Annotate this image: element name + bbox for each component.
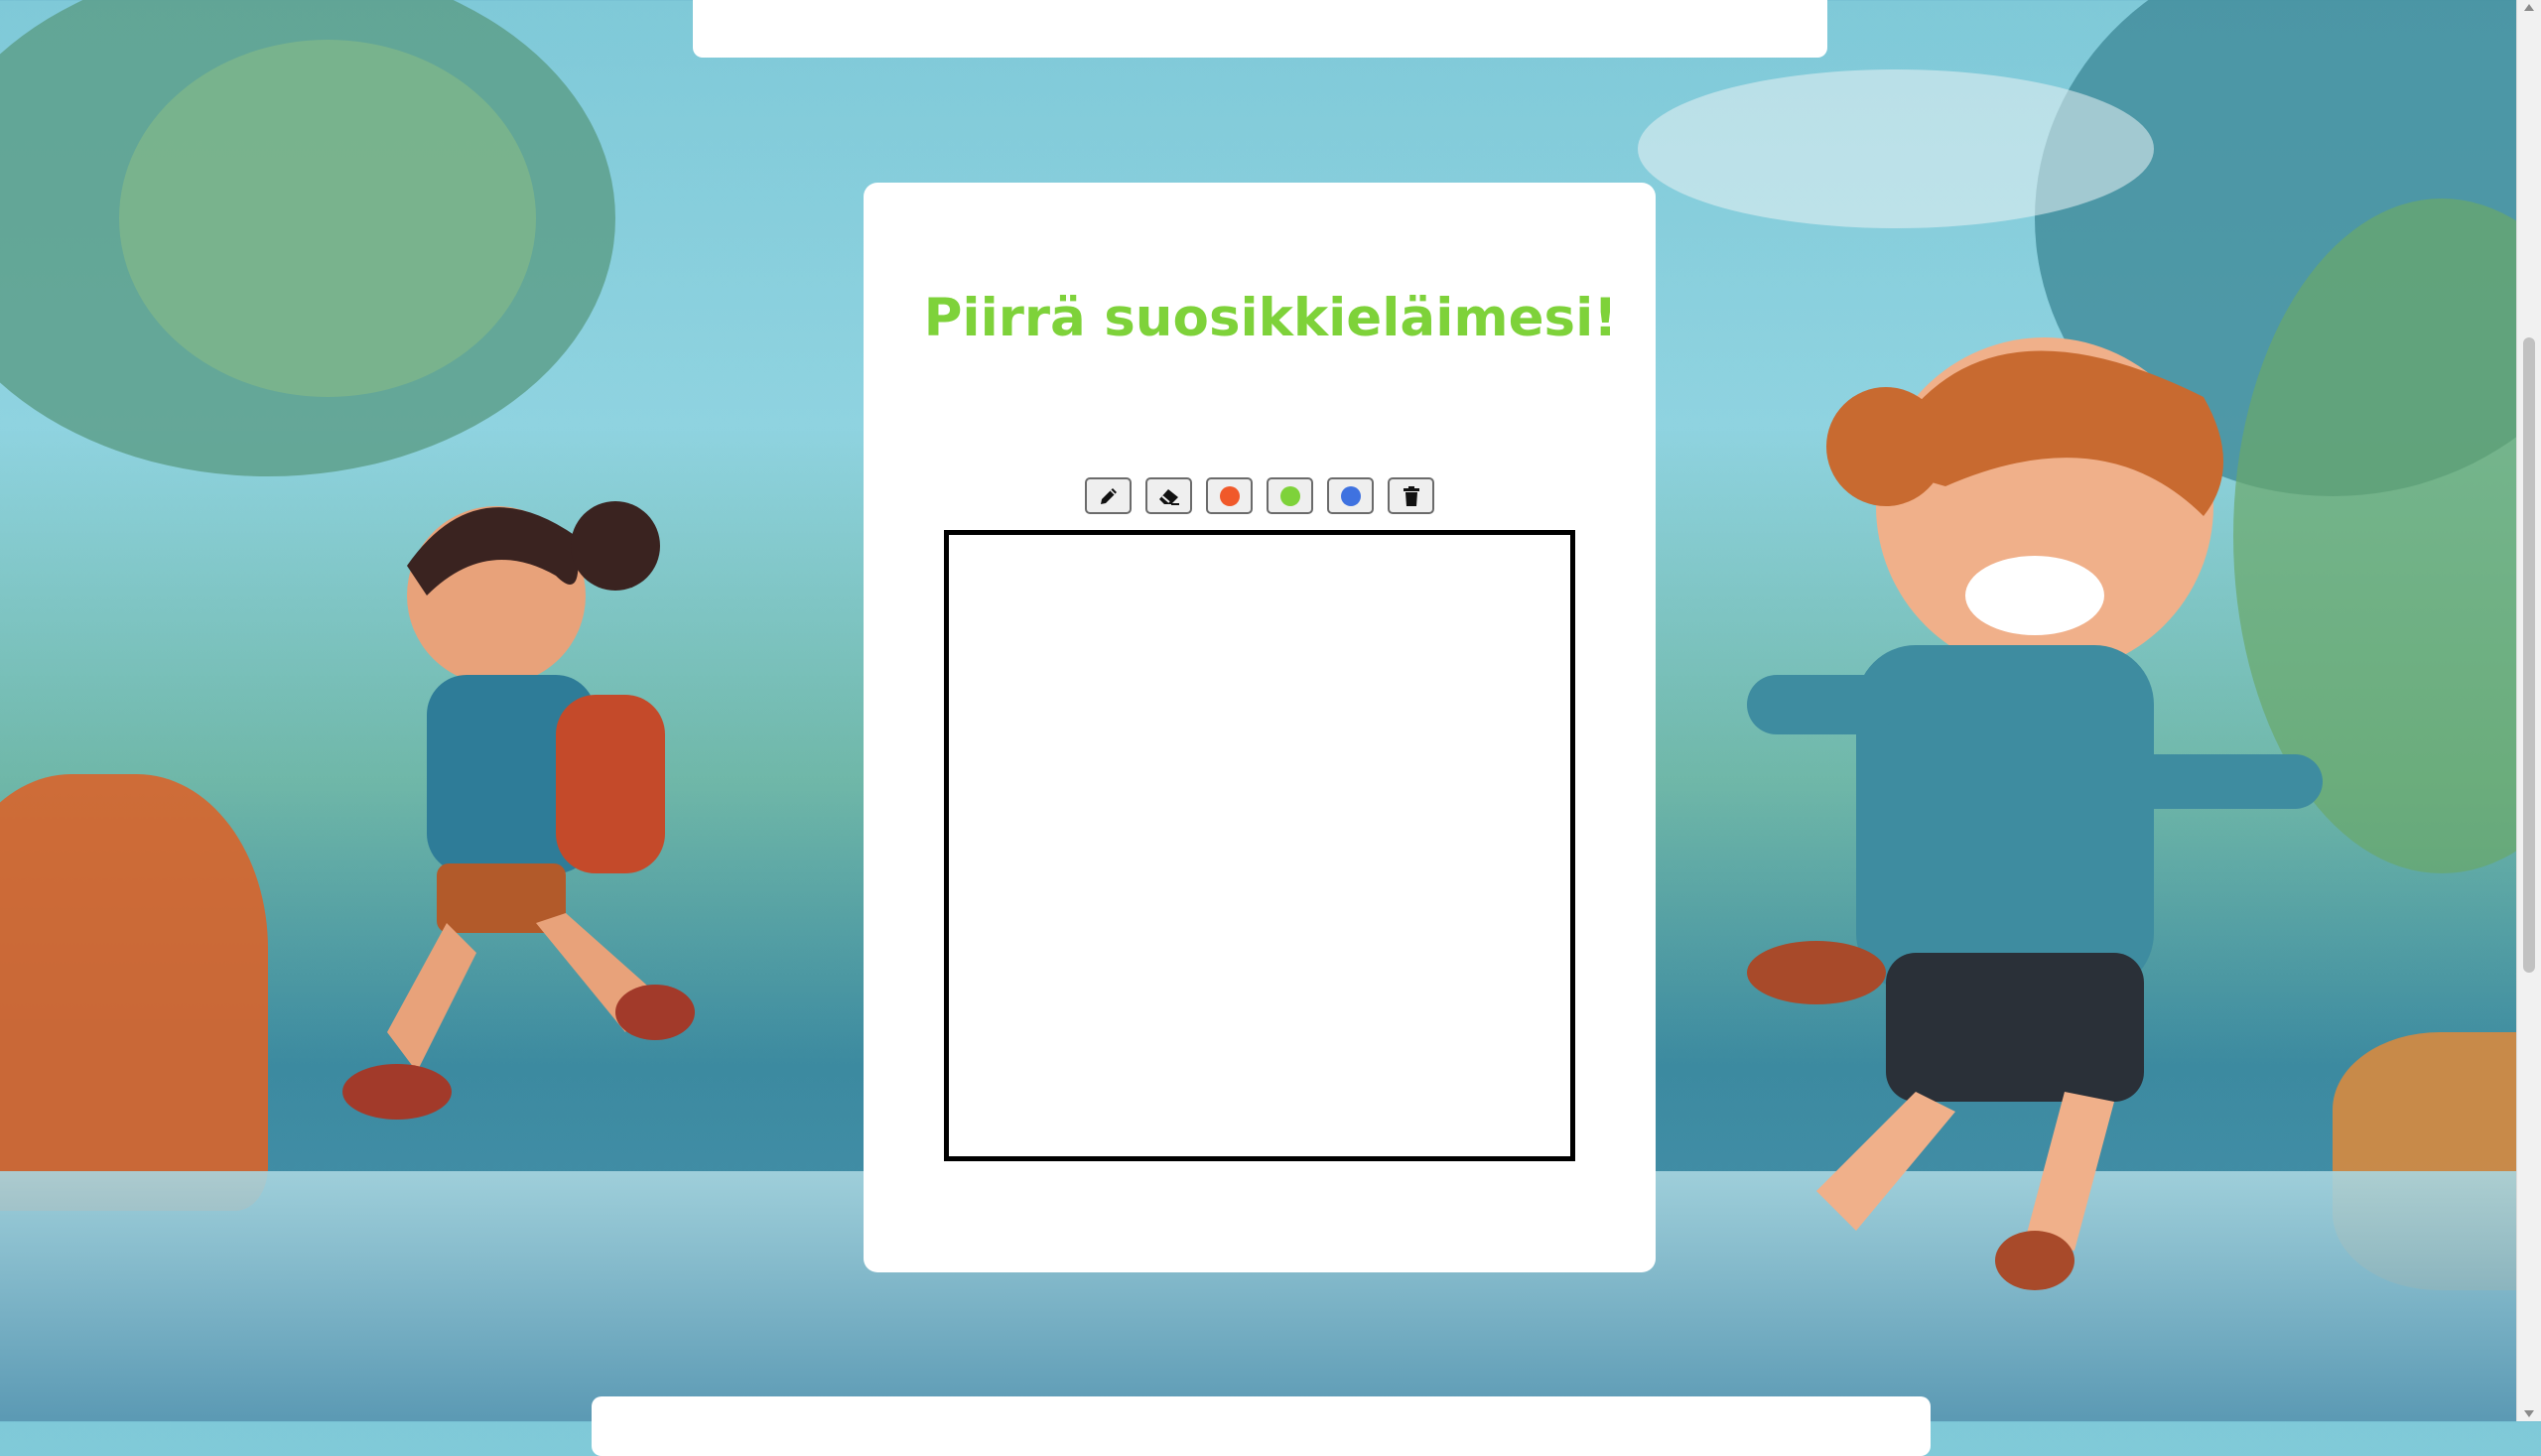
- drawing-canvas[interactable]: [944, 530, 1575, 1161]
- blue-color-swatch: [1340, 485, 1361, 506]
- color-orange-button[interactable]: [1206, 477, 1253, 514]
- pencil-icon: [1100, 487, 1117, 504]
- drawing-toolbar: [1085, 477, 1434, 515]
- page-title: Piirrä suosikkieläimesi!: [923, 288, 1618, 348]
- pencil-button[interactable]: [1085, 477, 1132, 514]
- eraser-icon: [1158, 488, 1179, 505]
- previous-card: [693, 0, 1827, 58]
- page-scrollbar[interactable]: [2516, 0, 2541, 1421]
- eraser-button[interactable]: [1145, 477, 1192, 514]
- trash-icon: [1403, 485, 1419, 506]
- color-blue-button[interactable]: [1327, 477, 1374, 514]
- scrollbar-thumb[interactable]: [2523, 337, 2535, 973]
- orange-color-swatch: [1219, 485, 1240, 506]
- running-boy-illustration: [1747, 337, 2323, 1290]
- scroll-down-icon[interactable]: [2524, 1410, 2534, 1417]
- color-green-button[interactable]: [1267, 477, 1313, 514]
- clear-button[interactable]: [1388, 477, 1434, 514]
- running-girl-illustration: [342, 501, 695, 1120]
- green-color-swatch: [1279, 485, 1300, 506]
- next-card: [592, 1396, 1931, 1456]
- scroll-up-icon[interactable]: [2524, 4, 2534, 11]
